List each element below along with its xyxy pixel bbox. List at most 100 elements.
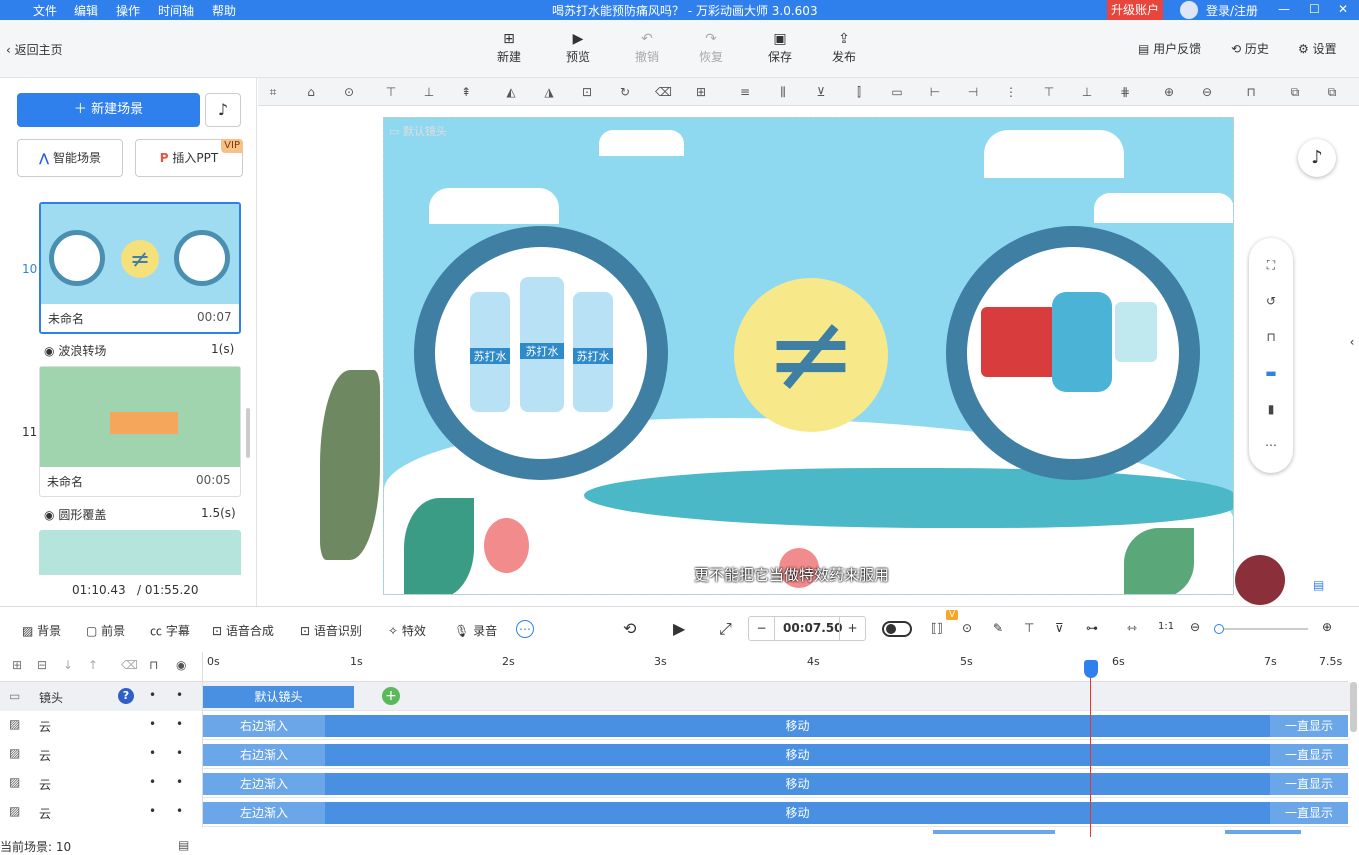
dot-icon[interactable]: • bbox=[149, 688, 156, 702]
login-link[interactable]: 登录/注册 bbox=[1206, 2, 1258, 19]
unlock-icon[interactable]: ⊓ bbox=[1243, 84, 1259, 100]
align-center-icon[interactable]: ≡ bbox=[737, 84, 753, 100]
back-home-link[interactable]: ‹ 返回主页 bbox=[6, 41, 63, 58]
mirror-icon[interactable]: ◮ bbox=[541, 84, 557, 100]
effects-button[interactable]: ✧ 特效 bbox=[388, 622, 426, 639]
more-circle-icon[interactable]: ⊙ bbox=[341, 84, 357, 100]
cloud[interactable] bbox=[984, 130, 1124, 178]
publish-button[interactable]: ⇪ 发布 bbox=[824, 30, 864, 65]
vertical-scrollbar[interactable] bbox=[1350, 682, 1357, 732]
align-left-icon[interactable]: ⊢ bbox=[927, 84, 943, 100]
dot-icon[interactable]: • bbox=[149, 775, 156, 789]
adjust-icon[interactable]: ⊶ bbox=[1086, 621, 1098, 635]
ratio-icon[interactable]: 1:1 bbox=[1158, 621, 1174, 632]
subtitle-text[interactable]: 更不能把它当做特效药来服用 bbox=[694, 564, 889, 585]
scene-canvas[interactable]: 苏打水 苏打水 苏打水 ≠ 更不能把它当做特效药来服用 bbox=[383, 117, 1234, 595]
scene-thumb-12[interactable] bbox=[39, 530, 241, 575]
add-camera-icon[interactable]: + bbox=[382, 687, 400, 705]
bottle-circle[interactable]: 苏打水 苏打水 苏打水 bbox=[414, 226, 668, 480]
copy-icon[interactable]: ⧉ bbox=[1287, 84, 1303, 100]
move-down-icon[interactable]: ↓ bbox=[63, 658, 73, 672]
not-equal-icon[interactable]: ≠ bbox=[734, 278, 888, 432]
enter-animation[interactable]: 右边渐入 bbox=[203, 744, 325, 766]
dot-icon[interactable]: • bbox=[176, 717, 183, 731]
collapse-right-icon[interactable]: ‹ bbox=[1345, 300, 1359, 384]
align-hcenter-icon[interactable]: ⋮ bbox=[1003, 84, 1019, 100]
keep-animation[interactable]: 一直显示 bbox=[1270, 744, 1348, 766]
edit-icon[interactable]: ✎ bbox=[993, 621, 1003, 635]
paste-icon[interactable]: ⧉ bbox=[1324, 84, 1340, 100]
flip-icon[interactable]: ◭ bbox=[503, 84, 519, 100]
insert-ppt-button[interactable]: P 插入PPT VIP bbox=[135, 139, 243, 177]
dot-icon[interactable]: • bbox=[149, 717, 156, 731]
dot-icon[interactable]: • bbox=[176, 746, 183, 760]
align-base-icon[interactable]: ⊥ bbox=[1079, 84, 1095, 100]
new-scene-button[interactable]: ＋ 新建场景 bbox=[17, 93, 200, 127]
time-ruler[interactable]: 0s 1s 2s 3s 4s 5s 6s 7s 7.5s bbox=[203, 652, 1348, 682]
flower[interactable] bbox=[484, 518, 529, 573]
home-icon[interactable]: ⌂ bbox=[303, 84, 319, 100]
dot-icon[interactable]: • bbox=[176, 688, 183, 702]
menu-edit[interactable]: 编辑 bbox=[74, 2, 98, 19]
bring-front-icon[interactable]: ⊤ bbox=[383, 84, 399, 100]
minimize-icon[interactable]: — bbox=[1278, 2, 1290, 16]
send-back-icon[interactable]: ⊥ bbox=[421, 84, 437, 100]
screen-landscape-icon[interactable]: ▬ bbox=[1262, 366, 1280, 384]
transition-item[interactable]: ◉ 圆形覆盖 1.5(s) bbox=[44, 506, 244, 523]
align-right-icon[interactable]: ⊣ bbox=[965, 84, 981, 100]
toggle-switch[interactable] bbox=[882, 621, 912, 637]
playhead-handle[interactable] bbox=[1084, 660, 1098, 678]
cloud[interactable] bbox=[429, 188, 559, 224]
minimap[interactable]: ▤ bbox=[1291, 568, 1359, 606]
align-top-icon[interactable]: ⊤ bbox=[1041, 84, 1057, 100]
layer-icon[interactable]: ⇞ bbox=[458, 84, 474, 100]
leaf[interactable] bbox=[1124, 528, 1194, 594]
plus-button[interactable]: + bbox=[839, 617, 865, 640]
menu-timeline[interactable]: 时间轴 bbox=[158, 2, 194, 19]
distribute-v-icon[interactable]: ⋕ bbox=[1117, 84, 1133, 100]
play-icon[interactable]: ▶ bbox=[673, 619, 685, 638]
enter-animation[interactable]: 左边渐入 bbox=[203, 802, 325, 824]
ruler-icon[interactable]: ⌗ bbox=[265, 84, 281, 100]
trash-icon[interactable]: ⌫ bbox=[121, 658, 138, 672]
fullscreen-icon[interactable]: ⛶ bbox=[1262, 258, 1280, 276]
replay-icon[interactable]: ⟲ bbox=[623, 619, 636, 638]
scrollbar[interactable] bbox=[246, 408, 250, 458]
scene-thumb-11[interactable]: 未命名 00:05 bbox=[39, 366, 241, 497]
time-stepper[interactable]: − 00:07.50 + bbox=[748, 616, 866, 641]
history-link[interactable]: ⟲ 历史 bbox=[1231, 40, 1269, 57]
rotate-icon[interactable]: ↻ bbox=[617, 84, 633, 100]
enter-animation[interactable]: 左边渐入 bbox=[203, 773, 325, 795]
dot-icon[interactable]: • bbox=[149, 804, 156, 818]
more-icon[interactable]: ⋯ bbox=[1262, 438, 1280, 456]
filter-icon[interactable]: ⊽ bbox=[1055, 621, 1064, 635]
upgrade-button[interactable]: 升级账户 bbox=[1107, 0, 1163, 20]
move-animation[interactable]: 移动 bbox=[325, 773, 1270, 795]
rotate-icon[interactable]: ↺ bbox=[1262, 294, 1280, 312]
distribute-icon[interactable]: ⫿ bbox=[851, 84, 867, 100]
lock-icon[interactable]: ⊓ bbox=[149, 658, 158, 672]
zoom-out-icon[interactable]: ⊖ bbox=[1199, 84, 1215, 100]
enter-animation[interactable]: 右边渐入 bbox=[203, 715, 325, 737]
lock-icon[interactable]: ⊓ bbox=[1262, 330, 1280, 348]
menu-operate[interactable]: 操作 bbox=[116, 2, 140, 19]
dot-icon[interactable]: • bbox=[176, 775, 183, 789]
tts-button[interactable]: ⊡ 语音合成 bbox=[212, 622, 274, 639]
space-icon[interactable]: ▭ bbox=[889, 84, 905, 100]
split-icon[interactable]: ⊤ bbox=[1024, 621, 1034, 635]
delete-icon[interactable]: ⌫ bbox=[655, 84, 672, 100]
chevron-down-icon[interactable]: ⌄ bbox=[668, 592, 692, 606]
add-layer-icon[interactable]: ⊞ bbox=[12, 658, 22, 672]
music-note-icon[interactable]: ♪ bbox=[1298, 139, 1336, 177]
leaf[interactable] bbox=[404, 498, 474, 594]
align-v-icon[interactable]: ⫼ bbox=[775, 84, 791, 100]
zoom-slider[interactable] bbox=[1214, 624, 1308, 634]
expand-icon[interactable]: ⤢ bbox=[719, 619, 732, 639]
help-icon[interactable]: ? bbox=[118, 688, 134, 704]
keep-animation[interactable]: 一直显示 bbox=[1270, 715, 1348, 737]
preview-button[interactable]: ▶ 预览 bbox=[558, 30, 598, 65]
menu-file[interactable]: 文件 bbox=[33, 2, 57, 19]
menu-help[interactable]: 帮助 bbox=[212, 2, 236, 19]
feedback-link[interactable]: ▤ 用户反馈 bbox=[1138, 40, 1201, 57]
dot-icon[interactable]: • bbox=[176, 804, 183, 818]
